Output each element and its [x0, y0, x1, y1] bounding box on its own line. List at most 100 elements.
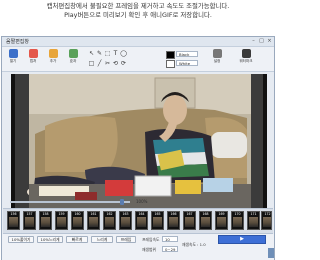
frame-thumbnail[interactable]: 170 [231, 211, 244, 230]
maximize-button[interactable]: □ [258, 38, 265, 44]
slower-10-button[interactable]: 10%느리게 [37, 236, 63, 243]
window-title: 움짤편집창 [6, 39, 30, 45]
stroke-color-select[interactable]: Black [176, 51, 198, 57]
frame-image [73, 217, 82, 227]
frame-image [121, 217, 130, 227]
slower-button[interactable]: 느리게 [91, 236, 113, 243]
frame-number: 171 [250, 212, 257, 216]
frame-image [89, 217, 98, 227]
frame-image [9, 217, 18, 227]
capture-button-label: 캡처 [29, 59, 37, 63]
crop-tool-icon[interactable]: ✂ [104, 60, 111, 67]
frame-thumbnail[interactable]: 165 [151, 211, 164, 230]
color-swatch-white[interactable] [166, 60, 175, 68]
frame-number: 167 [186, 212, 193, 216]
frame-thumbnail[interactable]: 163 [119, 211, 132, 230]
add-button[interactable]: 추가 [44, 49, 62, 69]
frame-number: 172 [264, 212, 271, 216]
frame-thumbnail[interactable]: 156 [7, 211, 20, 230]
frame-thumbnail[interactable]: 160 [71, 211, 84, 230]
frame-thumbnail[interactable]: 158 [39, 211, 52, 230]
add-button-label: 추가 [49, 59, 57, 63]
frame-thumbnail[interactable]: 167 [183, 211, 196, 230]
frame-thumbnail[interactable]: 162 [103, 211, 116, 230]
frame-number: 160 [74, 212, 81, 216]
close-button[interactable]: × [266, 38, 273, 44]
text-tool-icon[interactable]: T [112, 50, 119, 57]
range-select[interactable]: 0~29 [162, 246, 178, 252]
frame-image [217, 217, 226, 227]
timeline-track[interactable] [10, 201, 130, 203]
editor-window: 움짤편집창 – □ × 열기 캡처 추가 효과 ↖ ✎ ⬚ T ◯ □ ╱ ✂ … [1, 36, 275, 260]
play-button[interactable]: ▶ [218, 235, 266, 244]
faster-button[interactable]: 빠르게 [66, 236, 88, 243]
frame-thumbnail[interactable]: 172 [261, 211, 272, 230]
effect-icon [68, 49, 78, 58]
redo-icon[interactable]: ⟳ [120, 60, 127, 67]
watermark-button[interactable]: 워터마크 [234, 49, 258, 69]
gear-icon [212, 49, 222, 58]
ellipse-tool-icon[interactable]: ◯ [120, 50, 127, 57]
frame-image [105, 217, 114, 227]
range-label: 재생범위 [142, 247, 156, 252]
effect-button[interactable]: 효과 [64, 49, 82, 69]
frame-number: 169 [218, 212, 225, 216]
frame-image [25, 217, 34, 227]
caption-line-1: 캡처편집창에서 불필요한 프레임을 제거하고 속도도 조절가능합니다. [46, 2, 230, 10]
toolbar: 열기 캡처 추가 효과 ↖ ✎ ⬚ T ◯ □ ╱ ✂ ⟲ ⟳ Black Wh… [2, 47, 274, 72]
caption: 캡처편집창에서 불필요한 프레임을 제거하고 속도도 조절가능합니다. Play… [0, 2, 276, 19]
fps-select[interactable]: 10 [162, 236, 178, 242]
pen-tool-icon[interactable]: ✎ [96, 50, 103, 57]
settings-button[interactable]: 설정 [208, 49, 226, 69]
speed-readout: 재생속도 : 1.0 [182, 242, 206, 247]
add-icon [48, 49, 58, 58]
frame-image [201, 217, 210, 227]
frame-thumbnail[interactable]: 166 [167, 211, 180, 230]
frame-thumbnail[interactable]: 171 [247, 211, 260, 230]
caption-line-2: Play버튼으로 미리보기 확인 후 애니GIF로 저장합니다. [64, 10, 212, 19]
minimize-button[interactable]: – [250, 38, 257, 44]
reduce-frames-button[interactable]: 10%줄이기 [8, 236, 34, 243]
timeline-handle[interactable] [120, 199, 124, 205]
window-titlebar: 움짤편집창 – □ × [2, 37, 274, 47]
frame-image [137, 217, 146, 227]
frame-number: 165 [154, 212, 161, 216]
frame-thumbnail[interactable]: 169 [215, 211, 228, 230]
zoom-level: 100% [136, 199, 148, 204]
watermark-icon [241, 49, 251, 58]
frame-thumbnail[interactable]: 157 [23, 211, 36, 230]
frame-thumbnail[interactable]: 159 [55, 211, 68, 230]
pointer-tool-icon[interactable]: ↖ [88, 50, 95, 57]
frame-thumbnail[interactable]: 164 [135, 211, 148, 230]
frame-image [41, 217, 50, 227]
frame-preview[interactable] [11, 74, 267, 230]
preview-image [15, 74, 263, 230]
frame-button[interactable]: 프레임 [116, 236, 136, 243]
frame-thumbnail[interactable]: 161 [87, 211, 100, 230]
fill-color-select[interactable]: White [176, 60, 198, 66]
frame-number: 162 [106, 212, 113, 216]
line-tool-icon[interactable]: ╱ [96, 60, 103, 67]
open-button[interactable]: 열기 [4, 49, 22, 69]
frame-image [263, 217, 271, 227]
frame-number: 157 [26, 212, 33, 216]
frame-image [233, 217, 242, 227]
frame-image [169, 217, 178, 227]
frame-number: 166 [170, 212, 177, 216]
frame-number: 161 [90, 212, 97, 216]
rect-tool-icon[interactable]: □ [88, 60, 95, 67]
capture-button[interactable]: 캡처 [24, 49, 42, 69]
undo-icon[interactable]: ⟲ [112, 60, 119, 67]
scrollbar-thumb[interactable] [268, 248, 274, 258]
frame-image [249, 217, 258, 227]
frame-number: 158 [42, 212, 49, 216]
frame-number: 159 [58, 212, 65, 216]
frame-number: 164 [138, 212, 145, 216]
bottom-controls: 10%줄이기 10%느리게 빠르게 느리게 프레임 프레임속도 10 재생범위 … [2, 234, 274, 260]
frame-thumbnail[interactable]: 168 [199, 211, 212, 230]
frame-image [153, 217, 162, 227]
frame-number: 168 [202, 212, 209, 216]
color-swatch-black[interactable] [166, 51, 175, 59]
frame-number: 163 [122, 212, 129, 216]
select-tool-icon[interactable]: ⬚ [104, 50, 111, 57]
